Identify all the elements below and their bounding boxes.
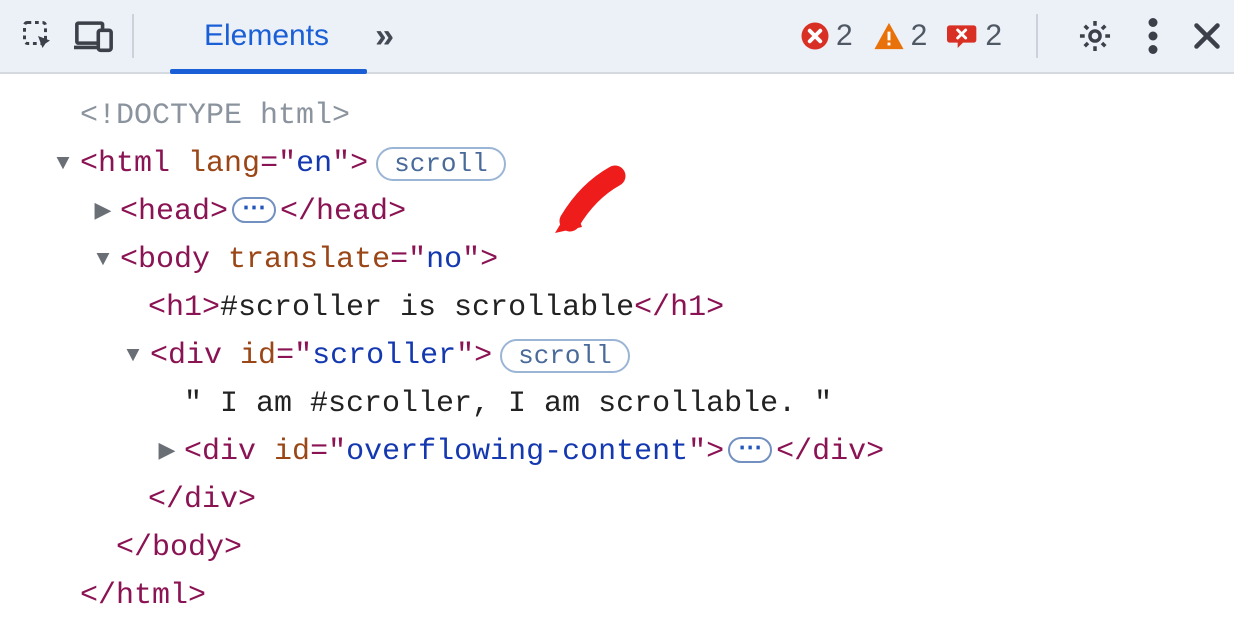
toolbar-divider — [1036, 14, 1038, 58]
issues-count: 2 — [985, 19, 1002, 53]
dom-div-close[interactable]: </div> — [0, 476, 1234, 524]
expand-toggle-icon[interactable]: ▶ — [156, 428, 178, 476]
dom-h1[interactable]: <h1>#scroller is scrollable</h1> — [0, 284, 1234, 332]
toolbar-divider — [132, 14, 134, 58]
device-toggle-icon[interactable] — [74, 18, 114, 54]
tab-elements[interactable]: Elements — [198, 0, 335, 72]
settings-icon[interactable] — [1076, 17, 1114, 55]
ellipsis-icon[interactable]: ⋯ — [232, 197, 276, 223]
ellipsis-icon[interactable]: ⋯ — [728, 437, 772, 463]
status-group: 2 2 2 — [800, 14, 1222, 58]
close-icon[interactable] — [1192, 21, 1222, 51]
dom-text-node[interactable]: " I am #scroller, I am scrollable. " — [0, 380, 1234, 428]
kebab-menu-icon[interactable] — [1148, 18, 1158, 54]
dom-body-close[interactable]: </body> — [0, 524, 1234, 572]
scroll-badge: scroll — [376, 147, 506, 181]
dom-doctype[interactable]: <!DOCTYPE html> — [0, 92, 1234, 140]
dom-div-scroller-open[interactable]: ▼ <div id="scroller"> scroll — [0, 332, 1234, 380]
devtools-toolbar: Elements » 2 2 2 — [0, 0, 1234, 74]
issues-status[interactable]: 2 — [947, 19, 1002, 53]
dom-div-overflow[interactable]: ▶ <div id="overflowing-content"> ⋯ </div… — [0, 428, 1234, 476]
annotation-arrow-icon — [546, 164, 636, 254]
warnings-status[interactable]: 2 — [873, 19, 928, 53]
dom-tree[interactable]: <!DOCTYPE html> ▼ <html lang="en"> scrol… — [0, 74, 1234, 620]
inspect-icon[interactable] — [20, 18, 56, 54]
errors-status[interactable]: 2 — [800, 19, 853, 53]
errors-count: 2 — [836, 19, 853, 53]
expand-toggle-icon[interactable]: ▼ — [92, 236, 114, 284]
expand-toggle-icon[interactable]: ▼ — [52, 140, 74, 188]
expand-toggle-icon[interactable]: ▼ — [122, 332, 144, 380]
warnings-count: 2 — [911, 19, 928, 53]
expand-toggle-icon[interactable]: ▶ — [92, 188, 114, 236]
dom-html-close[interactable]: </html> — [0, 572, 1234, 620]
scroll-badge: scroll — [500, 339, 630, 373]
more-tabs-icon[interactable]: » — [375, 17, 394, 56]
